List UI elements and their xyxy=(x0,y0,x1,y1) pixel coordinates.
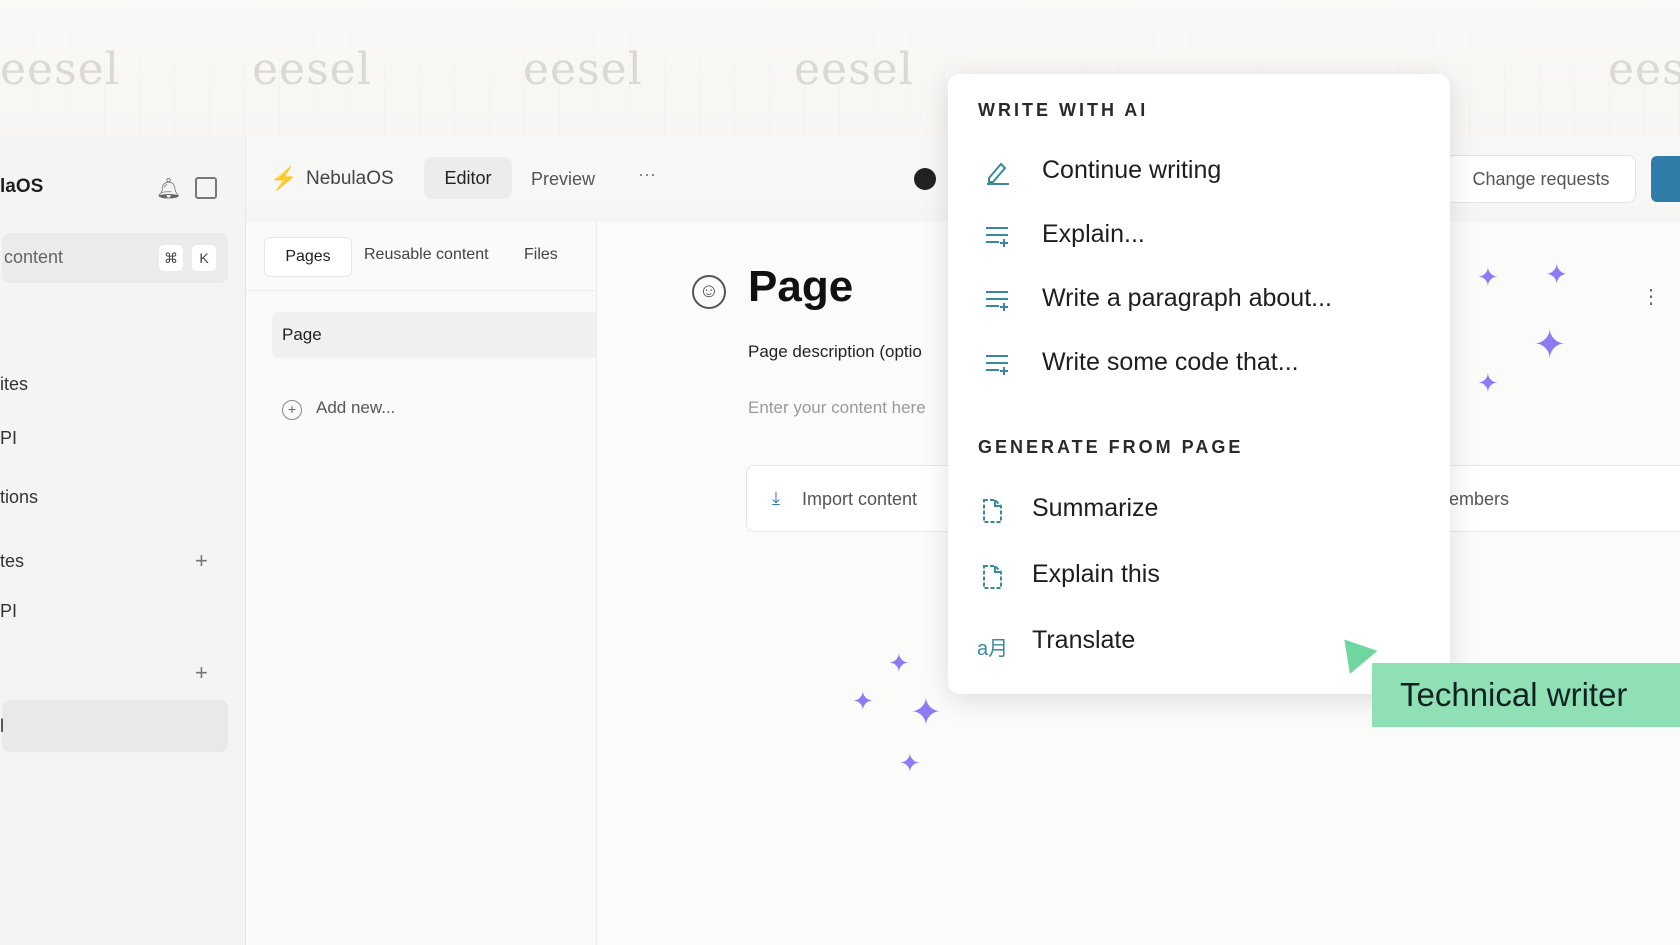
page-description[interactable]: Page description (optio xyxy=(748,342,922,362)
watermark-text: eesel xyxy=(794,44,914,95)
sparkle-icon: ✦ xyxy=(852,686,874,716)
menu-item-explain-this[interactable]: Explain this xyxy=(1032,560,1160,589)
menu-item-summarize[interactable]: Summarize xyxy=(1032,494,1158,523)
lines-sparkle-icon xyxy=(983,350,1011,378)
space-name[interactable]: NebulaOS xyxy=(306,168,394,190)
lines-sparkle-icon xyxy=(983,286,1011,314)
page-title[interactable]: Page xyxy=(748,262,853,312)
members-button[interactable]: embers xyxy=(1449,489,1509,510)
translate-icon: a月 xyxy=(977,638,1009,660)
divider xyxy=(246,290,596,291)
menu-item-write-code[interactable]: Write some code that... xyxy=(1042,348,1299,377)
tab-pages[interactable]: Pages xyxy=(264,237,352,277)
bell-icon[interactable]: 🔔︎ xyxy=(156,176,181,201)
collaborator-badge: Technical writer xyxy=(1372,663,1680,727)
sidebar-item-label: l xyxy=(0,716,4,736)
lightning-icon: ⚡ xyxy=(270,166,298,191)
sidebar-item[interactable]: PI xyxy=(0,428,17,449)
change-requests-button[interactable]: Change requests xyxy=(1446,155,1636,203)
content-placeholder[interactable]: Enter your content here xyxy=(748,398,926,418)
merge-button[interactable] xyxy=(1651,156,1680,202)
menu-item-continue-writing[interactable]: Continue writing xyxy=(1042,156,1221,185)
menu-item-explain[interactable]: Explain... xyxy=(1042,220,1145,249)
kbd-k: K xyxy=(192,245,216,271)
sparkle-icon: ✦ xyxy=(1545,259,1569,290)
sidebar-item[interactable]: tes xyxy=(0,551,24,572)
sparkle-icon: ✦ xyxy=(899,748,921,778)
sidebar-item[interactable]: ites xyxy=(0,374,28,395)
sidebar-item[interactable]: tions xyxy=(0,487,38,508)
more-menu-icon[interactable]: ··· xyxy=(638,164,656,185)
sparkle-icon: ✦ xyxy=(888,648,910,678)
add-new-button[interactable]: Add new... xyxy=(316,398,395,418)
menu-item-write-paragraph[interactable]: Write a paragraph about... xyxy=(1042,284,1332,313)
tab-reusable-content[interactable]: Reusable content xyxy=(364,246,489,264)
watermark-text: eesel xyxy=(0,44,120,95)
download-icon: ⤓ xyxy=(772,488,780,508)
watermark-text: eesel xyxy=(252,44,372,95)
sidebar-item-active[interactable] xyxy=(2,700,228,752)
kbd-cmd: ⌘ xyxy=(159,245,183,271)
add-icon[interactable]: + xyxy=(195,660,208,686)
section-heading-generate: GENERATE FROM PAGE xyxy=(978,437,1244,457)
sparkle-icon: ✦ xyxy=(910,692,942,734)
tab-preview[interactable]: Preview xyxy=(531,169,595,190)
search-label: content xyxy=(4,247,64,267)
document-sparkle-icon xyxy=(978,563,1006,591)
menu-item-translate[interactable]: Translate xyxy=(1032,626,1135,655)
add-circle-icon: + xyxy=(282,400,302,420)
page-list-item-label: Page xyxy=(282,325,322,344)
workspace-title[interactable]: laOS xyxy=(0,176,43,198)
pencil-icon xyxy=(983,158,1011,186)
collapse-sidebar-icon[interactable] xyxy=(195,177,217,199)
section-heading-write: WRITE WITH AI xyxy=(978,100,1149,120)
lines-sparkle-icon xyxy=(983,222,1011,250)
watermark-text: eesel xyxy=(1608,44,1680,95)
github-icon[interactable] xyxy=(914,168,936,190)
tab-editor[interactable]: Editor xyxy=(424,157,512,199)
sparkle-icon: ✦ xyxy=(1533,323,1567,367)
document-sparkle-icon xyxy=(978,497,1006,525)
sidebar-item[interactable]: PI xyxy=(0,601,17,622)
tab-files[interactable]: Files xyxy=(524,246,558,264)
watermark-text: eesel xyxy=(523,44,643,95)
sparkle-icon: ✦ xyxy=(1477,368,1499,398)
add-icon[interactable]: + xyxy=(195,548,208,574)
kebab-menu-icon[interactable]: ⋮ xyxy=(1641,284,1661,309)
emoji-icon[interactable]: ☺ xyxy=(692,275,726,309)
import-content-button[interactable]: Import content xyxy=(802,489,917,510)
sparkle-icon: ✦ xyxy=(1477,262,1499,292)
